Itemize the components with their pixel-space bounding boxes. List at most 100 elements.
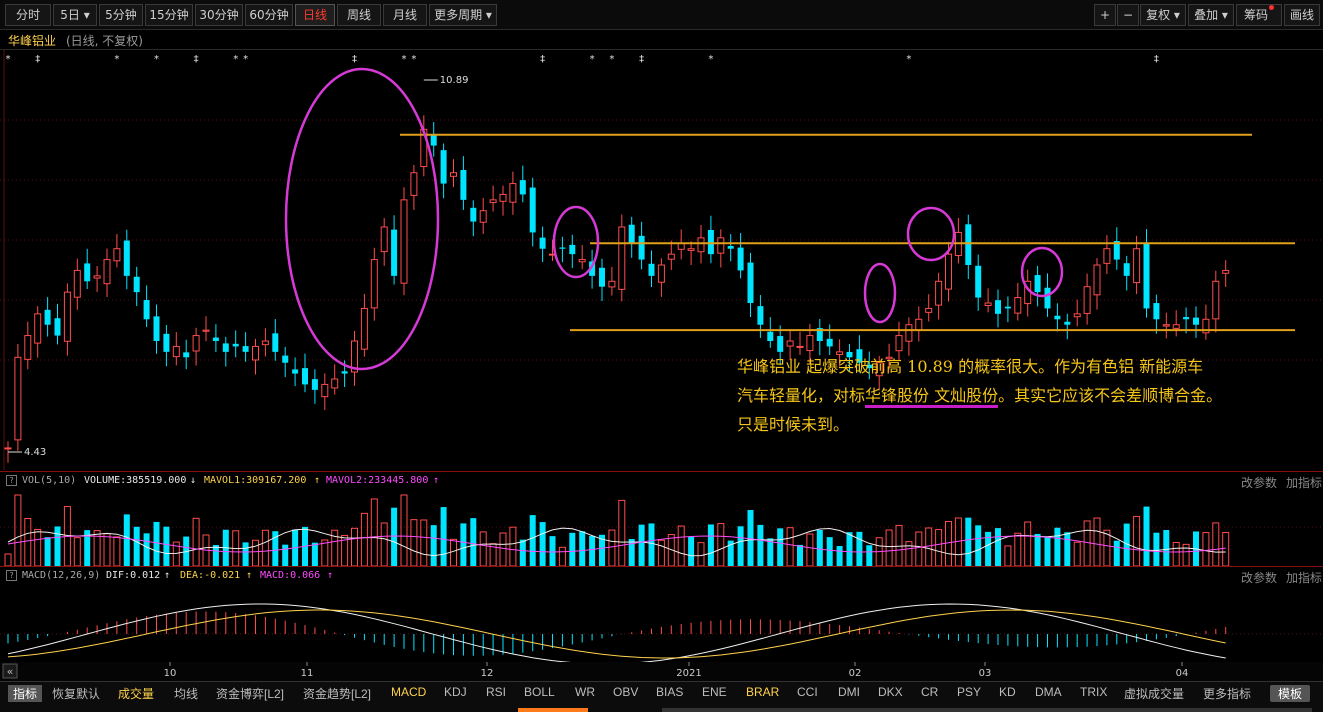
indicator-tab-12[interactable]: BIAS bbox=[656, 685, 683, 699]
vol-mavol1: MAVOL1:309167.200 bbox=[204, 475, 307, 486]
toolbar-right-1[interactable]: 叠加 ▾ bbox=[1188, 4, 1234, 26]
candle-body bbox=[1044, 287, 1051, 309]
candle bbox=[727, 233, 734, 262]
scrollbar-track[interactable] bbox=[662, 708, 1312, 712]
candle-body bbox=[777, 336, 784, 352]
macd-title: MACD(12,26,9) bbox=[22, 570, 101, 581]
candle-body bbox=[1162, 324, 1170, 327]
indicator-tab-3[interactable]: 均线 bbox=[174, 685, 198, 702]
candle-body bbox=[212, 337, 219, 341]
period-tab-6[interactable]: 日线 bbox=[295, 4, 335, 26]
indicator-tab-16[interactable]: DMI bbox=[838, 685, 860, 699]
mavol1-line bbox=[7, 527, 1226, 557]
candle bbox=[103, 248, 111, 298]
candle-body bbox=[935, 280, 943, 306]
candle-body bbox=[73, 269, 81, 298]
candle bbox=[767, 317, 774, 348]
indicator-tab-20[interactable]: KD bbox=[999, 685, 1016, 699]
vol-bar bbox=[1093, 517, 1101, 566]
indicator-tab-25[interactable]: 模板 bbox=[1270, 685, 1311, 702]
macd-help-icon[interactable]: ? bbox=[6, 570, 17, 581]
indicator-tab-1[interactable]: 恢复默认 bbox=[52, 685, 100, 702]
toolbar-right-3[interactable]: 画线 bbox=[1284, 4, 1320, 26]
vol-bar bbox=[212, 544, 219, 566]
candle bbox=[450, 159, 457, 188]
candle bbox=[63, 283, 71, 356]
indicator-tab-19[interactable]: PSY bbox=[957, 685, 981, 699]
indicator-tab-10[interactable]: WR bbox=[575, 685, 595, 699]
vol-bar bbox=[252, 539, 259, 566]
indicator-tab-7[interactable]: KDJ bbox=[444, 685, 467, 699]
candle-body bbox=[796, 345, 804, 348]
candle-body bbox=[786, 340, 794, 347]
period-tab-0[interactable]: 分时 bbox=[5, 4, 51, 26]
candle-body bbox=[93, 275, 101, 279]
candle bbox=[648, 250, 655, 287]
vol-bar bbox=[945, 520, 952, 566]
zoom-out-icon[interactable]: − bbox=[1117, 4, 1139, 26]
candle bbox=[153, 304, 160, 354]
indicator-tab-14[interactable]: BRAR bbox=[746, 685, 779, 699]
indicator-tab-18[interactable]: CR bbox=[921, 685, 938, 699]
period-tab-5[interactable]: 60分钟 bbox=[245, 4, 293, 26]
vol-help-icon[interactable]: ? bbox=[6, 475, 17, 486]
event-marker-13: ‡ bbox=[639, 54, 644, 65]
period-tab-9[interactable]: 更多周期 ▾ bbox=[429, 4, 497, 26]
candle bbox=[183, 339, 190, 370]
event-marker-1: ‡ bbox=[35, 54, 40, 65]
period-tab-8[interactable]: 月线 bbox=[383, 4, 427, 26]
indicator-tab-8[interactable]: RSI bbox=[486, 685, 506, 699]
candle bbox=[717, 229, 725, 268]
vol-bar bbox=[707, 524, 714, 566]
period-tab-4[interactable]: 30分钟 bbox=[195, 4, 243, 26]
indicator-tab-11[interactable]: OBV bbox=[613, 685, 638, 699]
vol-bar bbox=[885, 529, 893, 566]
indicator-tab-2[interactable]: 成交量 bbox=[118, 685, 154, 702]
event-marker-6: * bbox=[243, 54, 248, 65]
candle bbox=[1064, 313, 1071, 340]
toolbar-right-0[interactable]: 复权 ▾ bbox=[1140, 4, 1186, 26]
period-tab-2[interactable]: 5分钟 bbox=[99, 4, 143, 26]
vol-bar bbox=[163, 526, 170, 566]
stock-name[interactable]: 华峰铝业 bbox=[8, 32, 56, 49]
candle-body bbox=[1172, 324, 1180, 329]
indicator-tab-23[interactable]: 虚拟成交量 bbox=[1124, 685, 1184, 702]
indicator-tab-13[interactable]: ENE bbox=[702, 685, 727, 699]
indicator-tab-24[interactable]: 更多指标 bbox=[1203, 685, 1251, 702]
candle bbox=[667, 240, 675, 270]
period-tab-7[interactable]: 周线 bbox=[337, 4, 381, 26]
candle-body bbox=[400, 199, 408, 284]
period-tab-1[interactable]: 5日 ▾ bbox=[53, 4, 97, 26]
indicator-tab-15[interactable]: CCI bbox=[797, 685, 818, 699]
vol-bar bbox=[965, 517, 972, 566]
candle-body bbox=[44, 309, 51, 325]
candle bbox=[360, 293, 368, 357]
zoom-in-icon[interactable]: + bbox=[1094, 4, 1116, 26]
indicator-tab-21[interactable]: DMA bbox=[1035, 685, 1062, 699]
vol-bar bbox=[133, 526, 140, 566]
vol-bar bbox=[549, 536, 556, 566]
candle bbox=[1162, 312, 1170, 339]
period-tab-3[interactable]: 15分钟 bbox=[145, 4, 193, 26]
scrollbar-thumb[interactable] bbox=[518, 708, 588, 712]
candle-body bbox=[895, 335, 903, 352]
indicator-tab-22[interactable]: TRIX bbox=[1080, 685, 1107, 699]
indicator-tab-17[interactable]: DKX bbox=[878, 685, 903, 699]
indicator-tab-5[interactable]: 资金趋势[L2] bbox=[303, 685, 371, 702]
indicator-tab-6[interactable]: MACD bbox=[391, 685, 426, 699]
candle bbox=[133, 266, 140, 307]
indicator-tab-4[interactable]: 资金博弈[L2] bbox=[216, 685, 284, 702]
vol-bar bbox=[123, 514, 130, 566]
stock-title-bar: 华峰铝业 (日线, 不复权) bbox=[0, 30, 1323, 50]
candle-body bbox=[905, 324, 913, 342]
candle bbox=[925, 294, 933, 322]
vol-bar bbox=[519, 539, 526, 566]
indicator-tab-0[interactable]: 指标 bbox=[8, 685, 43, 702]
candle bbox=[272, 319, 279, 361]
toolbar-right-2[interactable]: 筹码 bbox=[1236, 4, 1282, 26]
candle-body bbox=[1014, 297, 1022, 314]
candle-body bbox=[1064, 321, 1071, 325]
indicator-tab-9[interactable]: BOLL bbox=[524, 685, 555, 699]
candle-body bbox=[657, 264, 665, 283]
candle bbox=[192, 327, 200, 366]
